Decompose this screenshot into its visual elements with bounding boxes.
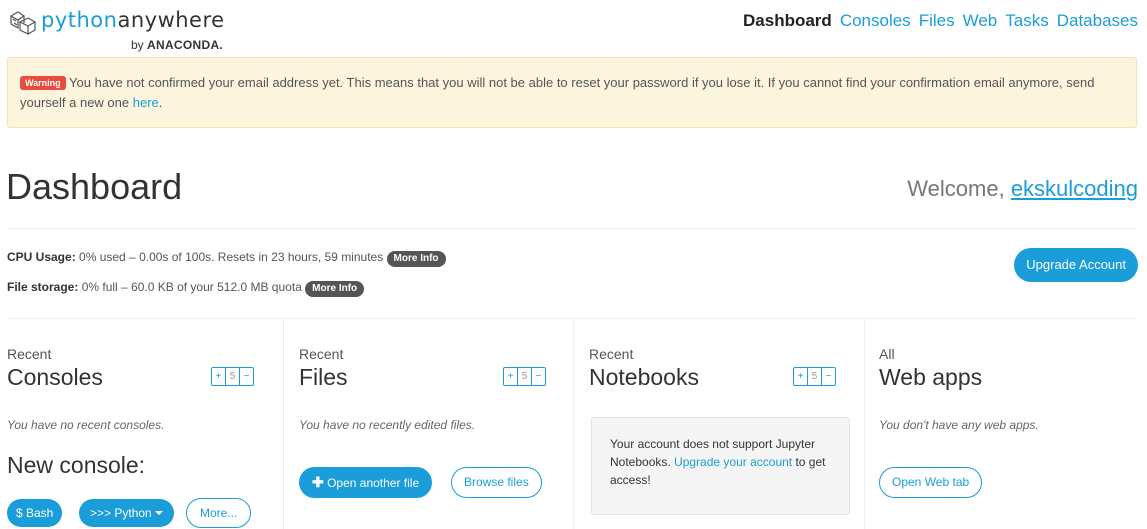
- warning-badge: Warning: [20, 76, 66, 90]
- warning-text-end: .: [158, 95, 163, 110]
- logo-wordmark: pythonanywhere: [41, 8, 225, 32]
- files-title: Files: [299, 364, 348, 390]
- open-web-tab-button[interactable]: Open Web tab: [879, 467, 983, 498]
- notebooks-unsupported-message: Your account does not support Jupyter No…: [591, 417, 850, 515]
- count-value: 5: [225, 368, 239, 385]
- nav-web[interactable]: Web: [963, 11, 998, 31]
- files-subtitle: Recent: [299, 346, 344, 362]
- logo-byline: by ANACONDA.: [131, 38, 224, 52]
- decrease-button[interactable]: −: [821, 368, 835, 385]
- nav-databases[interactable]: Databases: [1057, 11, 1138, 31]
- count-value: 5: [517, 368, 531, 385]
- upgrade-account-link[interactable]: Upgrade your account: [674, 455, 792, 469]
- warning-text: You have not confirmed your email addres…: [20, 75, 1095, 110]
- webapps-subtitle: All: [879, 346, 895, 362]
- decrease-button[interactable]: −: [531, 368, 545, 385]
- username-link[interactable]: ekskulcoding: [1011, 176, 1138, 201]
- consoles-title: Consoles: [7, 364, 103, 390]
- upgrade-account-button[interactable]: Upgrade Account: [1014, 248, 1138, 282]
- cpu-usage-text: 0% used – 0.00s of 100s. Resets in 23 ho…: [75, 250, 387, 264]
- webapps-title: Web apps: [879, 364, 983, 390]
- files-pager: + 5 −: [503, 367, 546, 386]
- open-another-file-button[interactable]: ✚ Open another file: [299, 467, 433, 498]
- increase-button[interactable]: +: [794, 368, 807, 385]
- cpu-usage: CPU Usage: 0% used – 0.00s of 100s. Rese…: [7, 250, 446, 267]
- bash-console-button[interactable]: $ Bash: [7, 499, 63, 527]
- python-logo-icon: [9, 11, 37, 35]
- nav-consoles[interactable]: Consoles: [840, 11, 911, 31]
- consoles-panel: Recent Consoles + 5 − You have no recent…: [0, 320, 283, 529]
- python-console-button[interactable]: >>> Python: [79, 499, 174, 527]
- email-warning-alert: Warning You have not confirmed your emai…: [7, 57, 1137, 128]
- top-navigation: Dashboard Consoles Files Web Tasks Datab…: [743, 11, 1138, 31]
- webapps-panel: All Web apps You don't have any web apps…: [864, 320, 1147, 529]
- storage-label: File storage:: [7, 280, 79, 294]
- resend-confirmation-link[interactable]: here: [133, 95, 159, 110]
- notebooks-title: Notebooks: [589, 364, 699, 390]
- nav-dashboard[interactable]: Dashboard: [743, 11, 832, 31]
- storage-text: 0% full – 60.0 KB of your 512.0 MB quota: [78, 280, 306, 294]
- cpu-more-info-button[interactable]: More Info: [386, 251, 446, 267]
- decrease-button[interactable]: −: [239, 368, 253, 385]
- file-storage-usage: File storage: 0% full – 60.0 KB of your …: [7, 280, 365, 297]
- files-empty-message: You have no recently edited files.: [299, 418, 476, 432]
- welcome-message: Welcome, ekskulcoding: [907, 176, 1138, 201]
- logo[interactable]: pythonanywhere by ANACONDA.: [8, 8, 268, 58]
- notebooks-panel: Recent Notebooks + 5 − Your account does…: [573, 320, 864, 529]
- browse-files-button[interactable]: Browse files: [451, 467, 542, 498]
- caret-down-icon: [154, 511, 163, 515]
- files-panel: Recent Files + 5 − You have no recently …: [283, 320, 573, 529]
- consoles-subtitle: Recent: [7, 346, 52, 362]
- nav-tasks[interactable]: Tasks: [1005, 11, 1048, 31]
- new-console-heading: New console:: [7, 452, 146, 478]
- notebooks-subtitle: Recent: [589, 346, 634, 362]
- consoles-pager: + 5 −: [211, 367, 254, 386]
- nav-files[interactable]: Files: [919, 11, 955, 31]
- page-title: Dashboard: [6, 166, 183, 207]
- cpu-usage-label: CPU Usage:: [7, 250, 76, 264]
- more-consoles-button[interactable]: More...: [186, 498, 252, 528]
- divider: [7, 228, 1137, 229]
- webapps-empty-message: You don't have any web apps.: [879, 418, 1039, 432]
- notebooks-pager: + 5 −: [793, 367, 836, 386]
- divider: [7, 318, 1137, 319]
- plus-icon: ✚: [312, 474, 324, 490]
- consoles-empty-message: You have no recent consoles.: [7, 418, 165, 432]
- increase-button[interactable]: +: [212, 368, 225, 385]
- increase-button[interactable]: +: [504, 368, 517, 385]
- count-value: 5: [807, 368, 821, 385]
- storage-more-info-button[interactable]: More Info: [305, 281, 365, 297]
